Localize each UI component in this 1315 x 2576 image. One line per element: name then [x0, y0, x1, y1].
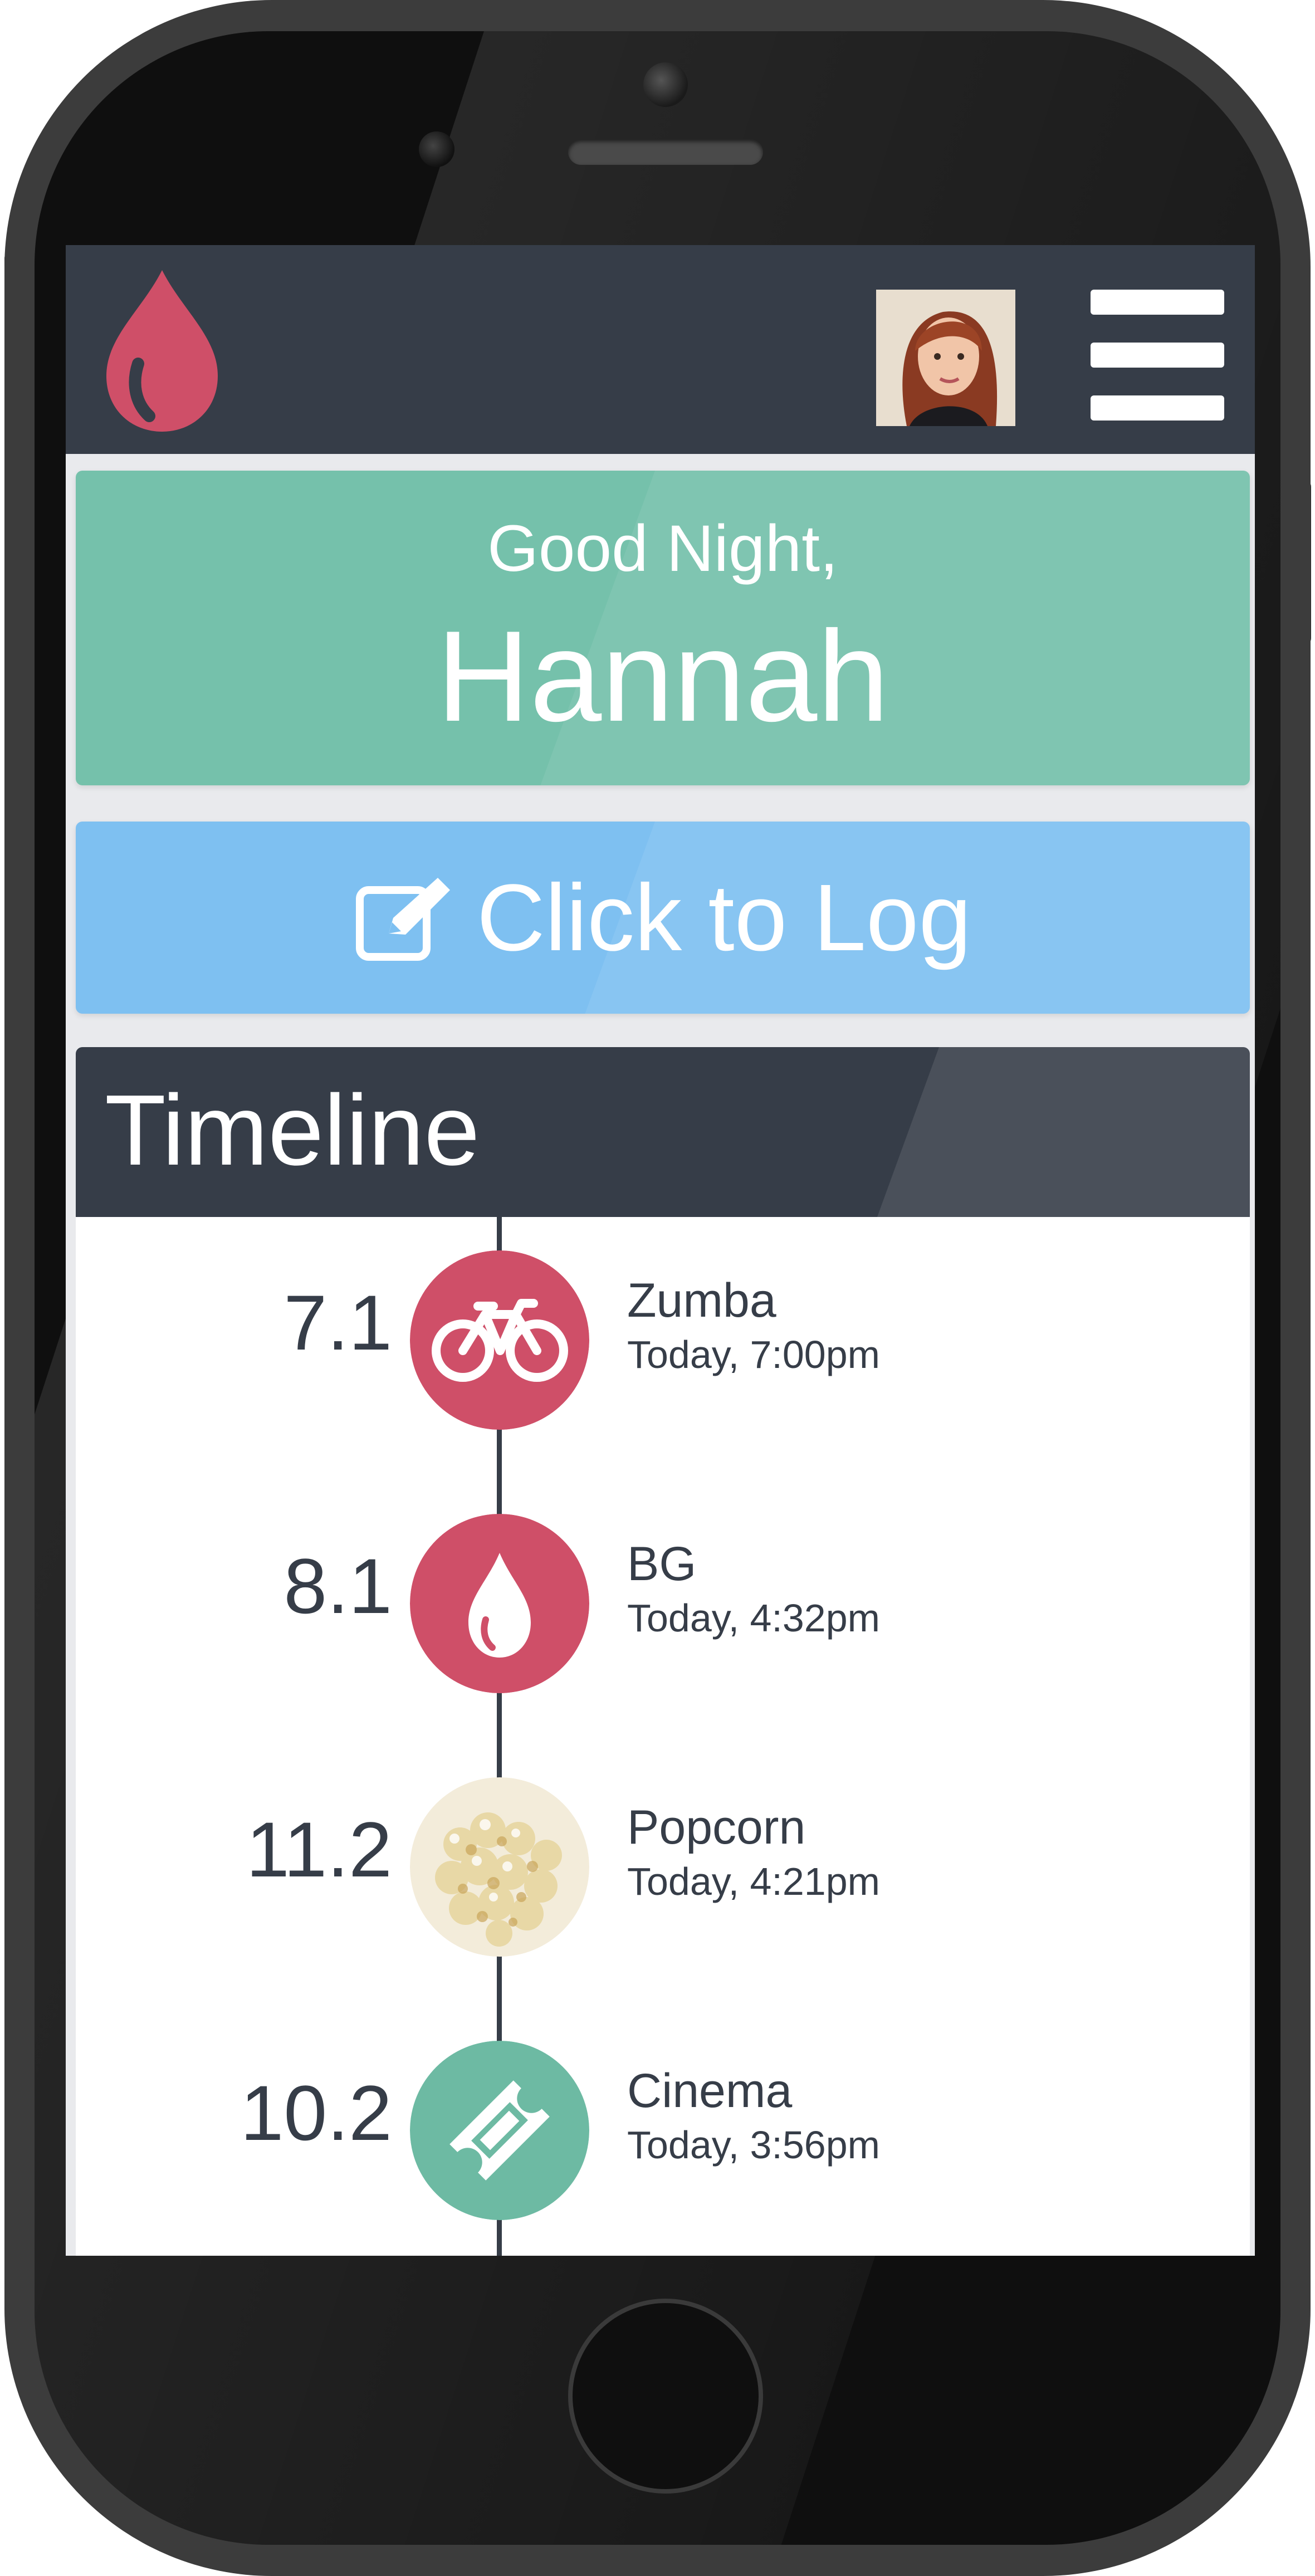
blood-drop-icon[interactable] — [104, 270, 221, 432]
entry-value: 11.2 — [246, 1806, 392, 1893]
menu-bar-bottom — [1091, 395, 1224, 421]
click-to-log-button[interactable]: Click to Log — [76, 822, 1250, 1014]
popcorn-photo — [410, 1777, 589, 1957]
entry-title: Zumba — [627, 1274, 776, 1327]
earpiece-speaker — [568, 139, 763, 165]
proximity-sensor — [419, 131, 454, 167]
timeline-entry-popcorn[interactable]: 11.2 Popcorn Today, 4:21pm — [76, 1755, 1250, 1957]
timeline-header: Timeline — [76, 1047, 1250, 1217]
menu-bar-middle — [1091, 343, 1224, 368]
timeline-entry-bg[interactable]: 8.1 BG Today, 4:32pm — [76, 1492, 1250, 1693]
timeline-entry-cinema[interactable]: 10.2 Cinema Today, 3:56pm — [76, 2018, 1250, 2220]
timeline-entry-zumba[interactable]: 7.1 Zumba Today, 7:00pm — [76, 1228, 1250, 1430]
entry-value: 7.1 — [283, 1279, 392, 1366]
front-camera — [643, 62, 688, 107]
bicycle-icon — [410, 1250, 589, 1430]
home-button[interactable] — [568, 2299, 763, 2494]
menu-bar-top — [1091, 290, 1224, 315]
timeline-list: 7.1 Zumba Today, 7:00pm 8.1 BG Today, 4:… — [76, 1217, 1250, 2256]
entry-time: Today, 4:21pm — [627, 1860, 880, 1903]
entry-time: Today, 4:32pm — [627, 1596, 880, 1640]
greeting-name: Hannah — [436, 604, 889, 749]
phone-mockup: Good Night, Hannah Click to Log Timeline — [0, 0, 1315, 2576]
blood-drop-icon — [410, 1514, 589, 1693]
entry-value: 8.1 — [283, 1542, 392, 1630]
ticket-icon — [410, 2041, 589, 2220]
user-avatar[interactable] — [876, 290, 1015, 426]
hamburger-menu-icon[interactable] — [1091, 290, 1224, 421]
entry-time: Today, 3:56pm — [627, 2123, 880, 2167]
entry-title: Popcorn — [627, 1801, 806, 1854]
entry-title: BG — [627, 1537, 697, 1591]
entry-value: 10.2 — [240, 2069, 392, 2157]
log-button-content: Click to Log — [76, 822, 1250, 1014]
timeline-title: Timeline — [105, 1074, 480, 1186]
log-button-label: Click to Log — [476, 864, 972, 971]
app-screen: Good Night, Hannah Click to Log Timeline — [66, 245, 1255, 2256]
card-glare — [877, 1047, 1250, 1217]
greeting-card: Good Night, Hannah — [76, 471, 1250, 785]
entry-time: Today, 7:00pm — [627, 1333, 880, 1376]
app-header — [66, 245, 1255, 454]
edit-icon — [354, 873, 454, 962]
entry-title: Cinema — [627, 2064, 793, 2118]
greeting-line: Good Night, — [487, 512, 838, 585]
